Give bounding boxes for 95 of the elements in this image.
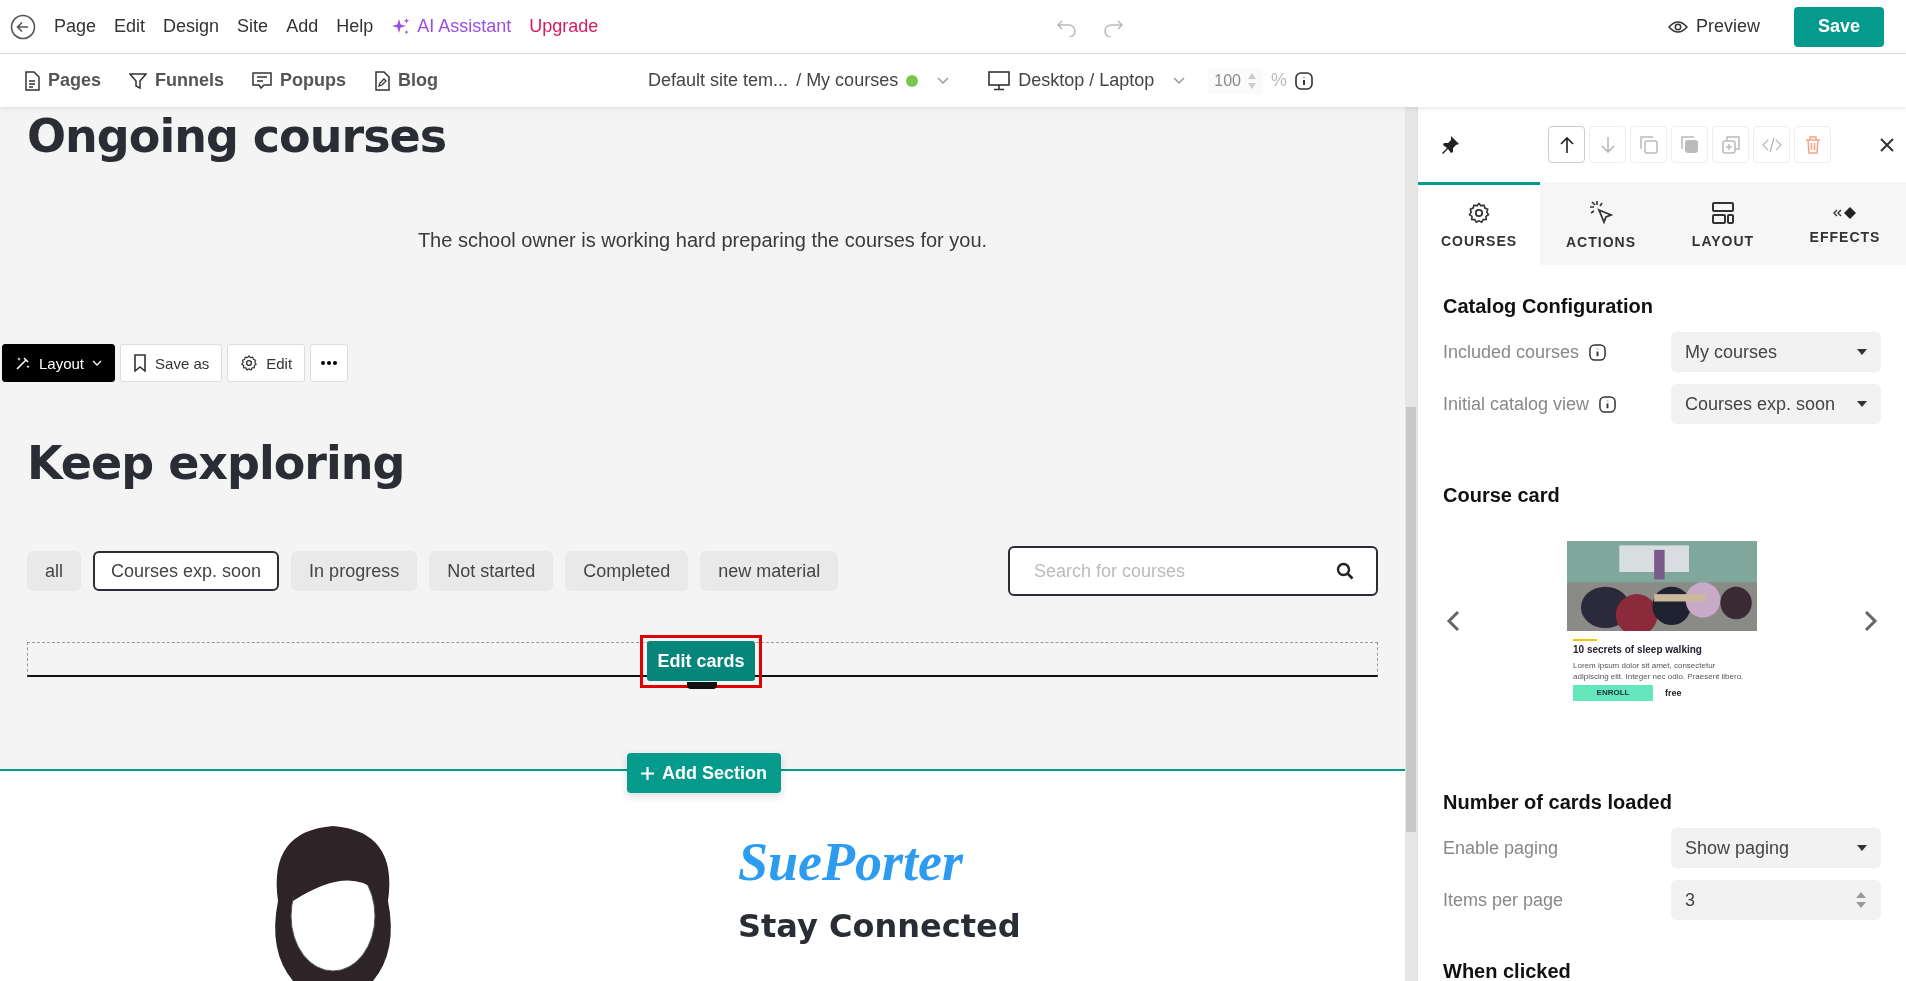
close-icon[interactable] [1880,137,1894,152]
pin-icon[interactable] [1440,134,1460,155]
section-title: When clicked [1443,960,1572,981]
search-field[interactable]: Search for courses [1008,546,1378,596]
caret-icon [1857,845,1867,851]
section-heading: Keep exploring [27,436,406,490]
field-label: Items per page [1443,889,1564,911]
filter-tab[interactable]: Completed [565,551,689,591]
page-name[interactable]: / My courses [796,70,899,91]
layout-icon [1711,201,1735,225]
drag-handle[interactable] [687,682,717,689]
section-title: Catalog Configuration [1443,295,1654,318]
empty-message: The school owner is working hard preparing the courses for you. [416,229,989,252]
layout-button[interactable]: Layout [2,344,116,382]
toolbar-button[interactable] [1548,126,1585,163]
funnel-icon [129,71,148,90]
trash-icon [1804,135,1821,154]
menu-item[interactable]: Edit [114,16,146,37]
gear-icon [1467,201,1491,225]
spinner-icon[interactable] [1855,890,1867,910]
filter-tab[interactable]: all [27,551,81,591]
zoom-unit: % [1270,70,1287,91]
filter-tab[interactable]: new material [700,551,839,591]
scrollbar-thumb[interactable] [1406,407,1416,832]
chevron-right-icon[interactable] [1864,610,1878,632]
nav-tab[interactable]: Funnels [129,70,225,91]
filter-tab[interactable]: Not started [429,551,554,591]
section-title: Course card [1443,484,1561,507]
course-card-preview[interactable]: 10 secrets of sleep walking Lorem ipsum dolor sit amet, consectetur adipiscing elit. Integer nec odio. Praesent libero. ENROLL free [1567,541,1757,701]
more-button[interactable] [310,344,349,382]
gear-icon [240,354,259,372]
info-icon[interactable] [1599,395,1617,413]
monitor-icon [988,70,1011,91]
menu-item[interactable]: Page [54,16,97,37]
nav-tab[interactable]: Pages [24,70,102,91]
duplicate-icon [1721,135,1740,154]
number-field[interactable]: 3 [1671,880,1881,920]
card-text: Lorem ipsum dolor sit amet, consectetur adipiscing elit. Integer nec odio. Praesent libero. [1572,660,1745,682]
menu-item[interactable]: Site [237,16,269,37]
preview-button[interactable]: Preview [1661,15,1766,38]
dropdown[interactable]: Show paging [1671,828,1881,868]
section-title: Number of cards loaded [1443,791,1673,814]
caret-icon [1857,349,1867,355]
card-price: free [1665,687,1682,698]
edit-document-icon [374,70,391,91]
dropdown[interactable]: My courses [1671,332,1881,372]
sparkle-icon [391,16,412,37]
caret-icon [1857,401,1867,407]
template-name[interactable]: Default site tem... [648,70,789,91]
filter-tab[interactable]: In progress [291,551,418,591]
info-icon[interactable] [1589,343,1607,361]
save-as-button[interactable]: Save as [120,344,223,382]
menu-item[interactable]: Add [286,16,319,37]
effects-icon [1832,205,1858,221]
panel-tab[interactable]: COURSES [1418,182,1540,265]
caret-icon [92,359,103,367]
chevron-down-icon[interactable] [1172,75,1187,86]
nav-tab[interactable]: Popups [252,70,347,91]
eye-icon [1667,19,1688,34]
magic-wand-icon [15,355,31,371]
section-heading: Stay Connected [738,907,1021,945]
plus-icon [641,766,654,780]
dropdown[interactable]: Courses exp. soon [1671,384,1881,424]
cursor-click-icon [1588,200,1614,226]
enroll-button: ENROLL [1573,684,1653,701]
back-icon[interactable] [10,13,36,40]
menu-item[interactable]: Design [163,16,220,37]
card-title: 10 secrets of sleep walking [1572,644,1703,656]
info-icon[interactable] [1294,71,1313,90]
chevron-down-icon[interactable] [936,75,951,86]
edit-cards-button[interactable]: Edit cards [647,641,755,681]
section-heading: Ongoing courses [27,108,448,163]
bookmark-icon [133,354,148,372]
nav-tab[interactable]: Blog [374,70,439,91]
ai-assistant-menu[interactable]: AI Assistant [391,16,512,37]
code-icon [1761,136,1782,153]
edit-button[interactable]: Edit [227,344,306,382]
arrow-down-icon [1599,135,1616,154]
message-icon [252,71,273,90]
device-selector[interactable]: Desktop / Laptop [1018,70,1155,91]
chevron-left-icon[interactable] [1446,610,1460,632]
field-label: Included courses [1443,341,1580,363]
copy-icon [1639,135,1658,154]
field-label: Initial catalog view [1443,393,1590,415]
tag-line [1573,639,1597,642]
upgrade-link[interactable]: Upgrade [529,16,599,37]
search-icon [1336,562,1354,580]
menu-item[interactable]: Help [336,16,374,37]
layers-icon [1680,135,1699,154]
arrow-up-icon [1558,135,1575,154]
filter-tab[interactable]: Courses exp. soon [93,551,280,591]
more-icon [321,361,338,365]
brand-name: SuePorter [738,831,965,893]
field-label: Enable paging [1443,837,1559,859]
document-icon [24,70,40,91]
